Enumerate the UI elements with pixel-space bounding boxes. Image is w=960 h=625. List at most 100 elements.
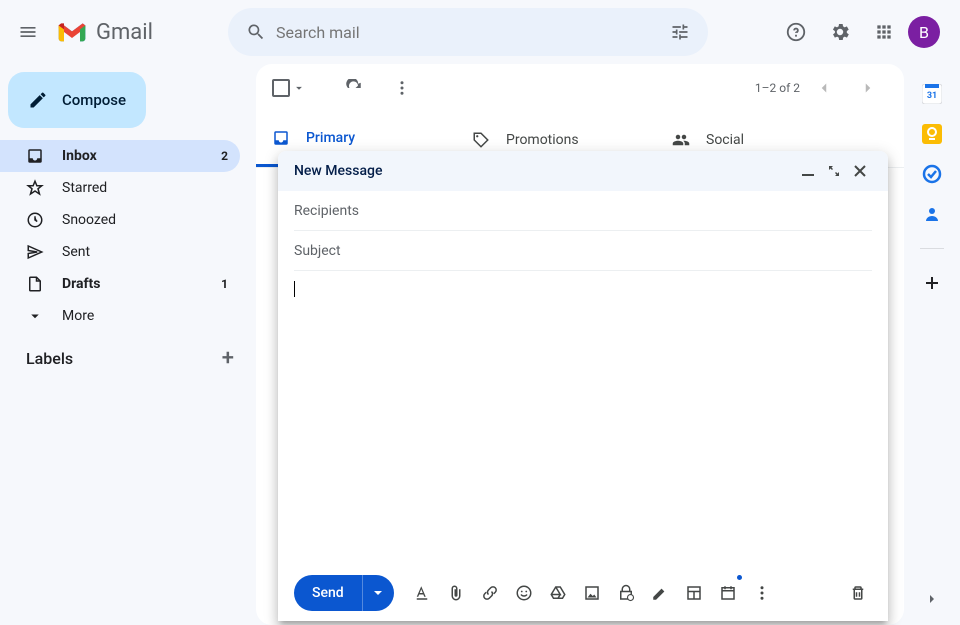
prev-page-button[interactable] bbox=[804, 68, 844, 108]
link-button[interactable] bbox=[476, 577, 504, 609]
labels-header: Labels + bbox=[0, 332, 256, 371]
compose-title: New Message bbox=[294, 163, 382, 179]
search-button[interactable] bbox=[236, 12, 276, 52]
image-icon bbox=[583, 584, 601, 602]
send-icon bbox=[26, 243, 44, 261]
compose-body: Recipients Subject bbox=[278, 191, 888, 565]
signature-button[interactable] bbox=[646, 577, 674, 609]
main-menu-button[interactable] bbox=[8, 12, 48, 52]
format-button[interactable] bbox=[408, 577, 436, 609]
checkbox-icon bbox=[272, 79, 290, 97]
trash-icon bbox=[849, 584, 867, 602]
hamburger-icon bbox=[18, 22, 38, 42]
apps-grid-icon bbox=[874, 22, 894, 42]
close-button[interactable] bbox=[854, 165, 872, 177]
gmail-logo-icon bbox=[56, 20, 88, 44]
indicator-dot bbox=[737, 575, 742, 580]
svg-text:31: 31 bbox=[927, 91, 937, 101]
help-icon bbox=[785, 21, 807, 43]
mail-toolbar: 1–2 of 2 bbox=[256, 64, 904, 112]
compose-button[interactable]: Compose bbox=[8, 72, 146, 128]
more-button[interactable] bbox=[382, 68, 422, 108]
compose-editor[interactable] bbox=[294, 271, 872, 565]
chevron-down-icon bbox=[26, 307, 44, 325]
header: Gmail B bbox=[0, 0, 960, 64]
app-name: Gmail bbox=[96, 20, 153, 45]
add-label-button[interactable]: + bbox=[222, 346, 234, 371]
chevron-left-icon bbox=[815, 79, 833, 97]
contacts-app-button[interactable] bbox=[922, 204, 942, 224]
drive-button[interactable] bbox=[544, 577, 572, 609]
layout-icon bbox=[685, 584, 703, 602]
more-vert-icon bbox=[753, 584, 771, 602]
dropdown-icon bbox=[292, 81, 306, 95]
emoji-button[interactable] bbox=[510, 577, 538, 609]
sidebar-item-inbox[interactable]: Inbox 2 bbox=[0, 140, 240, 172]
search-bar bbox=[228, 8, 708, 56]
subject-field[interactable]: Subject bbox=[294, 231, 872, 271]
image-button[interactable] bbox=[578, 577, 606, 609]
divider bbox=[920, 248, 944, 249]
refresh-icon bbox=[345, 79, 363, 97]
search-icon bbox=[246, 22, 266, 42]
attach-button[interactable] bbox=[442, 577, 470, 609]
link-icon bbox=[481, 584, 499, 602]
header-actions: B bbox=[776, 12, 952, 52]
keep-app-button[interactable] bbox=[922, 124, 942, 144]
fullscreen-button[interactable] bbox=[828, 165, 846, 177]
sidebar-item-drafts[interactable]: Drafts 1 bbox=[0, 268, 240, 300]
gmail-logo[interactable]: Gmail bbox=[48, 20, 228, 45]
layout-button[interactable] bbox=[680, 577, 708, 609]
inbox-icon bbox=[26, 147, 44, 165]
tasks-icon bbox=[922, 164, 942, 184]
tab-label: Primary bbox=[306, 130, 355, 146]
labels-title: Labels bbox=[26, 349, 73, 368]
sidebar-item-snoozed[interactable]: Snoozed bbox=[0, 204, 240, 236]
search-options-button[interactable] bbox=[660, 12, 700, 52]
tasks-app-button[interactable] bbox=[922, 164, 942, 184]
compose-header[interactable]: New Message bbox=[278, 151, 888, 191]
sidebar-item-label: Drafts bbox=[62, 276, 100, 292]
recipients-field[interactable]: Recipients bbox=[294, 191, 872, 231]
discard-draft-button[interactable] bbox=[844, 577, 872, 609]
sidebar-item-sent[interactable]: Sent bbox=[0, 236, 240, 268]
emoji-icon bbox=[515, 584, 533, 602]
more-vert-icon bbox=[393, 79, 411, 97]
side-panel: 31 bbox=[904, 64, 960, 625]
search-input[interactable] bbox=[276, 23, 660, 42]
minimize-button[interactable] bbox=[802, 165, 820, 177]
sidebar-item-label: Snoozed bbox=[62, 212, 116, 228]
sidebar-item-starred[interactable]: Starred bbox=[0, 172, 240, 204]
send-button[interactable]: Send bbox=[294, 575, 362, 611]
plus-icon bbox=[922, 273, 942, 293]
chevron-right-icon bbox=[924, 591, 940, 607]
contacts-icon bbox=[922, 204, 942, 224]
tab-label: Promotions bbox=[506, 132, 579, 148]
settings-button[interactable] bbox=[820, 12, 860, 52]
sidebar-item-more[interactable]: More bbox=[0, 300, 240, 332]
gear-icon bbox=[829, 21, 851, 43]
next-page-button[interactable] bbox=[848, 68, 888, 108]
account-avatar[interactable]: B bbox=[908, 16, 940, 48]
apps-button[interactable] bbox=[864, 12, 904, 52]
more-options-button[interactable] bbox=[748, 577, 776, 609]
sidebar: Compose Inbox 2 Starred Snoozed Sent Dra… bbox=[0, 64, 256, 625]
schedule-button[interactable] bbox=[714, 577, 742, 609]
confidential-button[interactable] bbox=[612, 577, 640, 609]
support-button[interactable] bbox=[776, 12, 816, 52]
calendar-app-button[interactable]: 31 bbox=[922, 84, 942, 104]
draft-icon bbox=[26, 275, 44, 293]
close-icon bbox=[854, 165, 866, 177]
inbox-count: 2 bbox=[221, 149, 228, 163]
attach-icon bbox=[447, 584, 465, 602]
send-options-button[interactable] bbox=[362, 575, 394, 611]
subject-placeholder: Subject bbox=[294, 243, 341, 259]
pen-icon bbox=[651, 584, 669, 602]
get-addons-button[interactable] bbox=[922, 273, 942, 293]
calendar-icon bbox=[719, 584, 737, 602]
hide-panel-button[interactable] bbox=[922, 589, 942, 609]
calendar-app-icon: 31 bbox=[922, 84, 942, 104]
select-all[interactable] bbox=[272, 79, 306, 97]
refresh-button[interactable] bbox=[334, 68, 374, 108]
chevron-right-icon bbox=[859, 79, 877, 97]
